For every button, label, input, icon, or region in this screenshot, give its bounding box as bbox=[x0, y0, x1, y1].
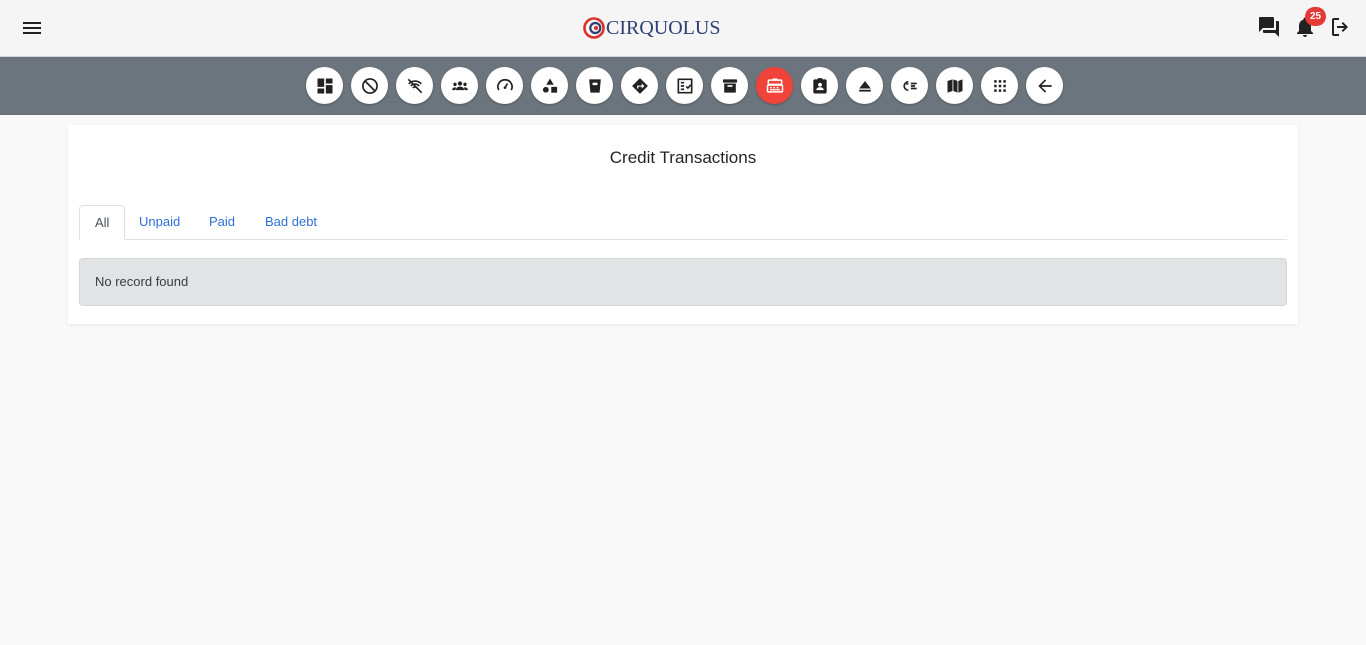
toolbar-button-delete[interactable] bbox=[576, 67, 613, 104]
directions-icon bbox=[631, 77, 648, 94]
toolbar-button-back[interactable] bbox=[1026, 67, 1063, 104]
toolbar-button-speedometer[interactable] bbox=[486, 67, 523, 104]
quick-access-toolbar bbox=[0, 57, 1366, 115]
category-shapes-icon bbox=[542, 78, 557, 93]
toolbar-button-checklist[interactable] bbox=[891, 67, 928, 104]
toolbar-button-assignment[interactable] bbox=[801, 67, 838, 104]
toolbar-button-people[interactable] bbox=[441, 67, 478, 104]
transaction-filter-tabs: All Unpaid Paid Bad debt bbox=[79, 205, 1287, 240]
toolbar-button-apps[interactable] bbox=[981, 67, 1018, 104]
empty-state-message: No record found bbox=[79, 258, 1287, 306]
toolbar-button-book[interactable] bbox=[936, 67, 973, 104]
tab-bad-debt[interactable]: Bad debt bbox=[250, 205, 332, 240]
assignment-ind-icon bbox=[812, 77, 827, 93]
apps-grid-icon bbox=[993, 79, 1006, 92]
people-icon bbox=[451, 80, 468, 90]
toolbar-button-blocked[interactable] bbox=[351, 67, 388, 104]
arrow-back-icon bbox=[1037, 78, 1052, 93]
tab-paid[interactable]: Paid bbox=[194, 205, 250, 240]
chat-icon[interactable] bbox=[1257, 15, 1281, 39]
eject-icon bbox=[858, 80, 871, 92]
toolbar-button-category[interactable] bbox=[531, 67, 568, 104]
toolbar-button-archive[interactable] bbox=[711, 67, 748, 104]
logout-icon[interactable] bbox=[1329, 15, 1353, 39]
tab-all[interactable]: All bbox=[79, 205, 126, 240]
hamburger-menu-icon[interactable] bbox=[20, 16, 44, 40]
checklist-rtl-icon bbox=[902, 80, 917, 91]
credit-transactions-card: Credit Transactions All Unpaid Paid Bad … bbox=[68, 125, 1298, 324]
toolbar-button-directions[interactable] bbox=[621, 67, 658, 104]
speedometer-icon bbox=[496, 78, 513, 91]
book-map-icon bbox=[947, 78, 962, 93]
toolbar-button-cash-register[interactable] bbox=[756, 67, 793, 104]
toolbar-button-eject[interactable] bbox=[846, 67, 883, 104]
dashboard-icon bbox=[317, 78, 332, 93]
logo-text: CIRQUOLUS bbox=[606, 16, 721, 39]
toolbar-button-fact-check[interactable] bbox=[666, 67, 703, 104]
toolbar-button-signal-off[interactable] bbox=[396, 67, 433, 104]
blocked-icon bbox=[361, 77, 378, 94]
notification-count-badge: 25 bbox=[1305, 7, 1326, 26]
logo-mark-icon bbox=[583, 17, 605, 39]
toolbar-button-dashboard[interactable] bbox=[306, 67, 343, 104]
tab-unpaid[interactable]: Unpaid bbox=[124, 205, 195, 240]
archive-icon bbox=[722, 78, 737, 93]
signal-off-icon bbox=[407, 78, 422, 93]
delete-bin-icon bbox=[588, 78, 601, 93]
page-title: Credit Transactions bbox=[609, 148, 757, 167]
brand-logo[interactable]: CIRQUOLUS bbox=[583, 14, 720, 42]
cash-register-icon bbox=[766, 78, 783, 93]
fact-check-icon bbox=[677, 78, 692, 93]
top-navbar: CIRQUOLUS 25 bbox=[0, 0, 1366, 57]
